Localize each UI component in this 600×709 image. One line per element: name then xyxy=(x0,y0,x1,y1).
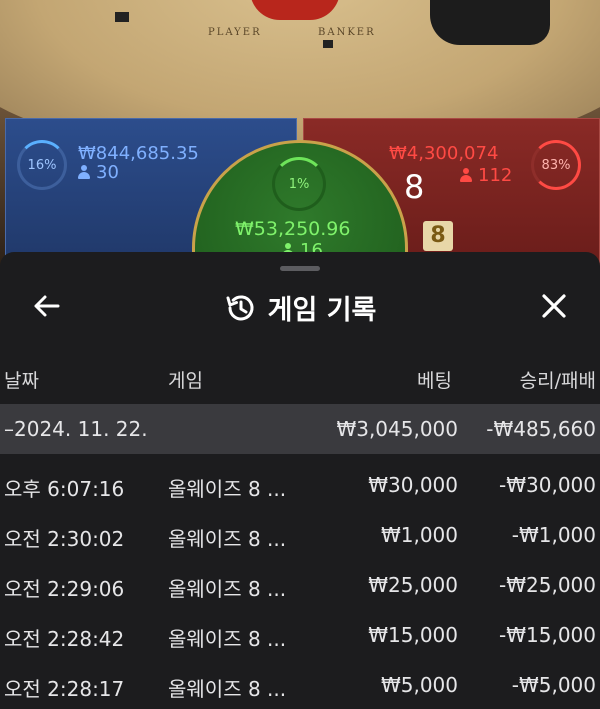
history-row[interactable]: 오전 2:30:02 올웨이즈 8 ... ₩1,000 -₩1,000 xyxy=(0,510,600,560)
collapse-toggle[interactable]: – xyxy=(4,417,14,441)
row-game: 올웨이즈 8 ... xyxy=(168,577,287,601)
row-game: 올웨이즈 8 ... xyxy=(168,527,287,551)
summary-bet: ₩3,045,000 xyxy=(336,417,458,441)
row-win-loss: -₩1,000 xyxy=(511,523,596,547)
sheet-drag-handle[interactable] xyxy=(280,266,320,271)
table-marker xyxy=(115,12,129,22)
column-header-game: 게임 xyxy=(168,370,203,392)
banker-score: 8 xyxy=(404,168,425,206)
table-marker xyxy=(323,40,333,48)
row-game: 올웨이즈 8 ... xyxy=(168,677,287,701)
row-bet: ₩5,000 xyxy=(380,673,458,697)
player-percent: 16% xyxy=(27,157,57,173)
row-win-loss: -₩5,000 xyxy=(511,673,596,697)
history-row[interactable]: 오후 6:07:16 올웨이즈 8 ... ₩30,000 -₩30,000 xyxy=(0,460,600,510)
player-bet-amount: ₩844,685.35 xyxy=(78,143,199,164)
summary-win-loss: -₩485,660 xyxy=(486,417,596,441)
row-time: 오후 6:07:16 xyxy=(4,477,125,501)
banker-percent-ring: 83% xyxy=(531,140,581,190)
game-history-sheet: 게임 기록 날짜 게임 베팅 승리/패배 –2024. 11. 22. ₩3,0… xyxy=(0,252,600,709)
card-score-badge: 8 xyxy=(423,221,453,251)
sheet-title-group: 게임 기록 xyxy=(0,288,600,327)
history-row[interactable]: 오전 2:28:42 올웨이즈 8 ... ₩15,000 -₩15,000 xyxy=(0,610,600,660)
summary-date: –2024. 11. 22. xyxy=(4,417,148,441)
row-bet: ₩30,000 xyxy=(368,473,458,497)
close-icon xyxy=(542,294,566,318)
banker-bet-amount: ₩4,300,074 xyxy=(389,143,499,164)
row-time: 오전 2:30:02 xyxy=(4,527,125,551)
live-game-view: PLAYER BANKER 16% 1% 83% ₩844,685.35 30 … xyxy=(0,0,600,270)
close-button[interactable] xyxy=(534,286,574,326)
banker-bettor-count: 112 xyxy=(460,165,512,186)
date-summary-row[interactable]: –2024. 11. 22. ₩3,045,000 -₩485,660 xyxy=(0,404,600,454)
column-header-bet: 베팅 xyxy=(417,370,452,392)
person-icon xyxy=(460,168,472,182)
tie-percent-ring: 1% xyxy=(272,157,326,211)
row-win-loss: -₩30,000 xyxy=(499,473,596,497)
banker-felt-label: BANKER xyxy=(318,27,376,38)
row-game: 올웨이즈 8 ... xyxy=(168,627,287,651)
row-bet: ₩15,000 xyxy=(368,623,458,647)
history-clock-icon xyxy=(226,294,254,320)
column-header-win-loss: 승리/패배 xyxy=(519,370,596,392)
tie-percent: 1% xyxy=(288,176,310,192)
row-bet: ₩1,000 xyxy=(380,523,458,547)
history-row[interactable]: 오전 2:28:17 올웨이즈 8 ... ₩5,000 -₩5,000 xyxy=(0,660,600,709)
row-win-loss: -₩25,000 xyxy=(499,573,596,597)
row-bet: ₩25,000 xyxy=(368,573,458,597)
player-bettor-count: 30 xyxy=(78,162,119,183)
history-row[interactable]: 오전 2:29:06 올웨이즈 8 ... ₩25,000 -₩25,000 xyxy=(0,560,600,610)
sheet-header: 게임 기록 xyxy=(0,274,600,336)
row-game: 올웨이즈 8 ... xyxy=(168,477,287,501)
person-icon xyxy=(78,165,90,179)
row-time: 오전 2:29:06 xyxy=(4,577,125,601)
card-shoe xyxy=(430,0,550,45)
player-felt-label: PLAYER xyxy=(208,27,262,38)
row-time: 오전 2:28:42 xyxy=(4,627,125,651)
row-time: 오전 2:28:17 xyxy=(4,677,125,701)
row-win-loss: -₩15,000 xyxy=(499,623,596,647)
tie-bet-amount: ₩53,250.96 xyxy=(235,218,351,240)
sheet-title: 게임 기록 xyxy=(267,295,377,326)
player-percent-ring: 16% xyxy=(17,140,67,190)
banker-percent: 83% xyxy=(541,157,571,173)
column-header-date: 날짜 xyxy=(4,370,39,392)
